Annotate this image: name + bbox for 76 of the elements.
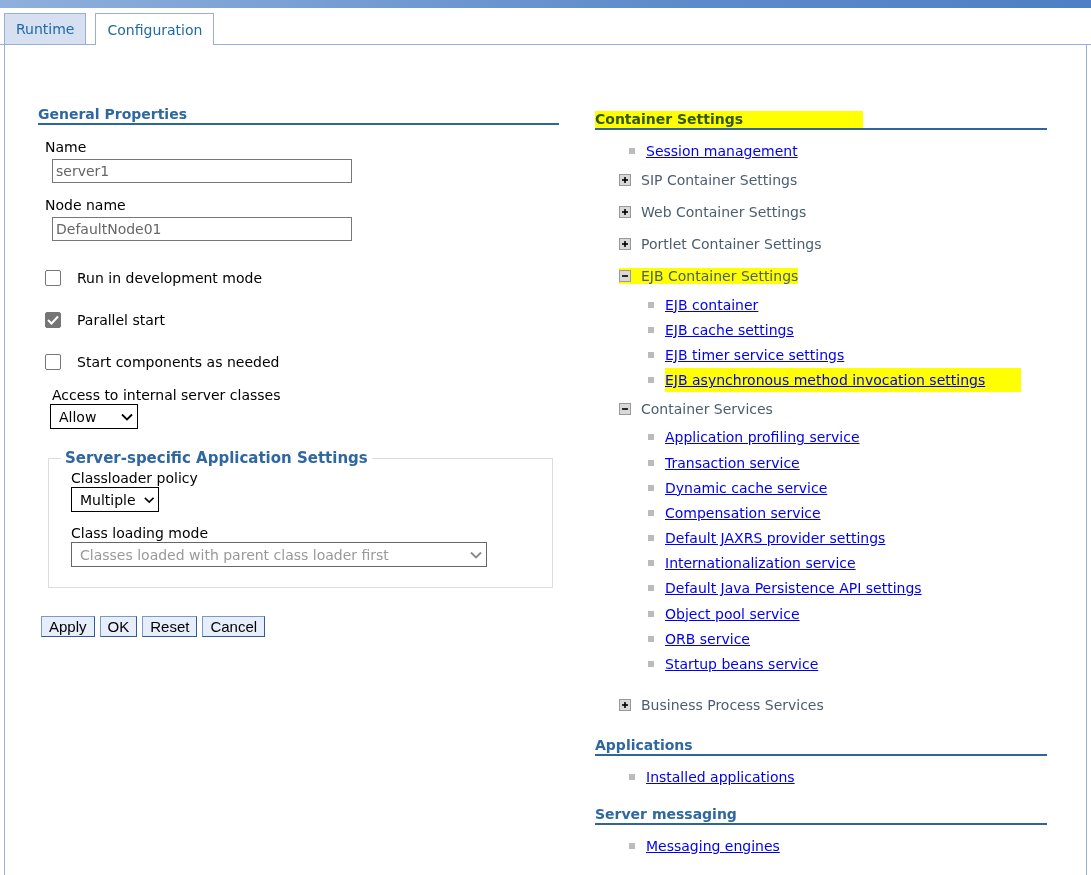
checkbox[interactable] (45, 354, 61, 370)
checkbox-label: Start components as needed (77, 354, 280, 370)
bullet-icon (648, 351, 654, 358)
nav-link[interactable]: Messaging engines (646, 837, 780, 854)
checkbox-label: Parallel start (77, 312, 166, 328)
checkbox-label: Run in development mode (77, 270, 262, 286)
collapse-icon[interactable] (619, 270, 631, 282)
heading-text: Applications (595, 736, 693, 754)
nav-link[interactable]: Default Java Persistence API settings (665, 580, 922, 597)
bullet-icon (648, 610, 654, 617)
dropdown[interactable]: Multiple (71, 487, 159, 512)
expand-icon[interactable] (619, 206, 631, 218)
nav-link[interactable]: Startup beans service (665, 656, 819, 673)
nav-link[interactable]: Application profiling service (665, 429, 860, 446)
action-button[interactable]: Apply (41, 616, 95, 637)
field-label: Class loading mode (71, 525, 209, 541)
dropdown[interactable]: Allow (50, 404, 138, 429)
section-heading: General Properties (38, 106, 559, 125)
nav-link[interactable]: EJB cache settings (665, 321, 794, 338)
text-field[interactable]: server1 (52, 159, 352, 183)
bullet-icon (648, 635, 654, 642)
checkbox[interactable] (45, 270, 61, 286)
field-label: Access to internal server classes (52, 387, 282, 403)
bullet-icon (629, 773, 635, 780)
bullet-icon (648, 509, 654, 516)
bullet-icon (648, 560, 654, 567)
chevron-icon (470, 550, 482, 559)
nav-link[interactable]: Default JAXRS provider settings (665, 530, 886, 547)
nav-link[interactable]: Internationalization service (665, 555, 856, 572)
heading-text: Container Settings (595, 111, 864, 128)
bullet-icon (648, 326, 654, 333)
nav-link[interactable]: EJB asynchronous method invocation settings (665, 368, 1022, 393)
bullet-icon (648, 459, 654, 466)
nav-link[interactable]: Session management (646, 143, 798, 159)
nav-link[interactable]: EJB container (665, 296, 759, 313)
group-toggle[interactable]: SIP Container Settings (619, 172, 798, 188)
nav-link[interactable]: ORB service (665, 630, 750, 647)
field-label: Classloader policy (71, 470, 199, 486)
group-toggle[interactable]: Portlet Container Settings (619, 236, 822, 252)
check-icon (47, 315, 59, 325)
group-title: Server-specific Application Settings (64, 449, 369, 467)
nav-link[interactable]: Object pool service (665, 605, 800, 622)
group-toggle[interactable]: Business Process Services (619, 696, 824, 713)
bullet-icon (629, 842, 635, 849)
bullet-icon (648, 585, 654, 592)
heading-text: Server messaging (595, 805, 737, 823)
bullet-icon (648, 661, 654, 668)
chevron-icon (121, 412, 133, 421)
text-field[interactable]: DefaultNode01 (52, 217, 352, 241)
field-label: Node name (45, 197, 127, 213)
bullet-icon (648, 301, 654, 308)
nav-link[interactable]: Compensation service (665, 504, 821, 521)
bullet-icon (629, 148, 635, 154)
action-button[interactable]: Reset (142, 616, 198, 637)
expand-icon[interactable] (619, 698, 631, 711)
action-button[interactable]: OK (99, 616, 138, 637)
group-toggle[interactable]: Web Container Settings (619, 204, 807, 220)
expand-icon[interactable] (619, 238, 631, 250)
action-button[interactable]: Cancel (202, 616, 266, 637)
bullet-icon (648, 377, 654, 384)
tab[interactable]: Runtime (4, 13, 87, 44)
field-label: Name (45, 139, 88, 155)
nav-link[interactable]: EJB timer service settings (665, 346, 845, 363)
nav-link[interactable]: Dynamic cache service (665, 479, 828, 496)
group-toggle[interactable]: EJB Container Settings (619, 268, 799, 284)
checkbox[interactable] (45, 312, 61, 328)
bullet-icon (648, 535, 654, 542)
collapse-icon[interactable] (619, 402, 631, 415)
chevron-icon (143, 495, 154, 504)
bullet-icon (648, 484, 654, 491)
nav-link[interactable]: Installed applications (646, 768, 795, 785)
group-toggle[interactable]: Container Services (619, 400, 773, 417)
expand-icon[interactable] (619, 174, 631, 186)
bullet-icon (648, 434, 654, 441)
nav-link[interactable]: Transaction service (665, 454, 800, 471)
tab[interactable]: Configuration (95, 13, 215, 45)
